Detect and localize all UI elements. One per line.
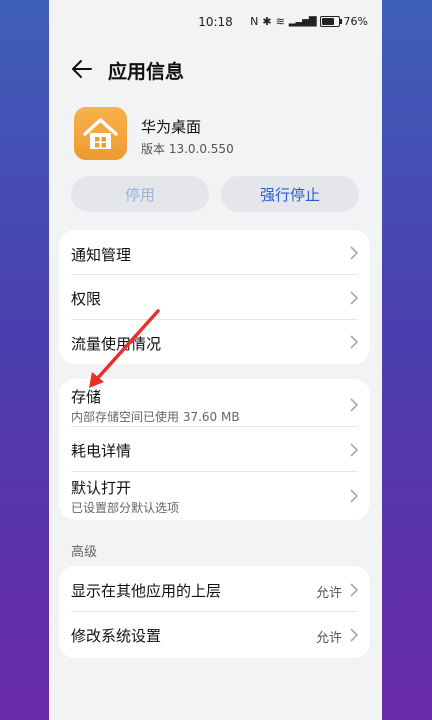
app-version: 版本 13.0.0.550	[141, 142, 234, 156]
settings-group-2: 存储 内部存储空间已使用 37.60 MB 耗电详情 默认打开 已设置部分默认选…	[59, 379, 370, 520]
item-label: 存储	[71, 388, 102, 406]
settings-group-1: 通知管理 权限 流量使用情况	[59, 230, 370, 364]
status-icons: N ✱ ≋ ▂▃▅▇ 76%	[250, 15, 368, 28]
chevron-right-icon	[350, 291, 359, 305]
battery-icon	[319, 16, 342, 27]
item-value: 允许	[315, 586, 342, 601]
disable-button[interactable]: 停用	[71, 176, 209, 212]
chevron-right-icon	[350, 398, 359, 412]
action-buttons: 停用 强行停止	[49, 172, 382, 220]
chevron-right-icon	[350, 246, 359, 260]
phone-screen: 10:18 N ✱ ≋ ▂▃▅▇ 76% 应用信息 华为桌面 版本 13.0.0…	[49, 0, 382, 720]
chevron-right-icon	[350, 583, 359, 597]
app-bar: 应用信息	[49, 46, 382, 94]
storage-usage-text: 内部存储空间已使用 37.60 MB	[71, 410, 240, 424]
section-label-advanced: 高级	[71, 545, 98, 560]
notification-management-item[interactable]: 通知管理	[59, 230, 370, 275]
nfc-icon: N	[250, 15, 259, 28]
wifi-icon: ≋	[275, 15, 285, 28]
force-stop-button[interactable]: 强行停止	[221, 176, 359, 212]
chevron-right-icon	[350, 335, 359, 349]
item-label: 显示在其他应用的上层	[71, 582, 222, 600]
signal-icon: ▂▃▅▇	[288, 16, 317, 27]
storage-item[interactable]: 存储 内部存储空间已使用 37.60 MB	[59, 379, 370, 427]
status-bar: 10:18 N ✱ ≋ ▂▃▅▇ 76%	[49, 0, 382, 46]
settings-group-advanced: 显示在其他应用的上层 允许 修改系统设置 允许	[59, 566, 370, 658]
back-arrow-icon[interactable]	[69, 56, 95, 82]
default-options-text: 已设置部分默认选项	[71, 501, 180, 515]
bluetooth-icon: ✱	[262, 15, 272, 28]
item-value: 允许	[315, 631, 342, 646]
data-usage-item[interactable]: 流量使用情况	[59, 320, 370, 364]
battery-usage-item[interactable]: 耗电详情	[59, 427, 370, 472]
modify-system-settings-item[interactable]: 修改系统设置 允许	[59, 612, 370, 658]
item-label: 通知管理	[71, 246, 132, 264]
battery-percent: 76%	[343, 15, 368, 28]
app-summary: 华为桌面 版本 13.0.0.550	[49, 94, 382, 172]
item-label: 耗电详情	[71, 442, 132, 460]
item-label: 流量使用情况	[71, 335, 162, 353]
display-over-other-apps-item[interactable]: 显示在其他应用的上层 允许	[59, 566, 370, 612]
app-icon	[74, 107, 127, 160]
permissions-item[interactable]: 权限	[59, 275, 370, 320]
item-label: 修改系统设置	[71, 627, 162, 645]
chevron-right-icon	[350, 443, 359, 457]
item-label: 默认打开	[71, 479, 132, 497]
open-by-default-item[interactable]: 默认打开 已设置部分默认选项	[59, 472, 370, 520]
app-name: 华为桌面	[141, 118, 202, 136]
item-label: 权限	[71, 290, 102, 308]
page-title: 应用信息	[108, 61, 185, 83]
chevron-right-icon	[350, 489, 359, 503]
home-icon	[83, 118, 118, 149]
chevron-right-icon	[350, 628, 359, 642]
